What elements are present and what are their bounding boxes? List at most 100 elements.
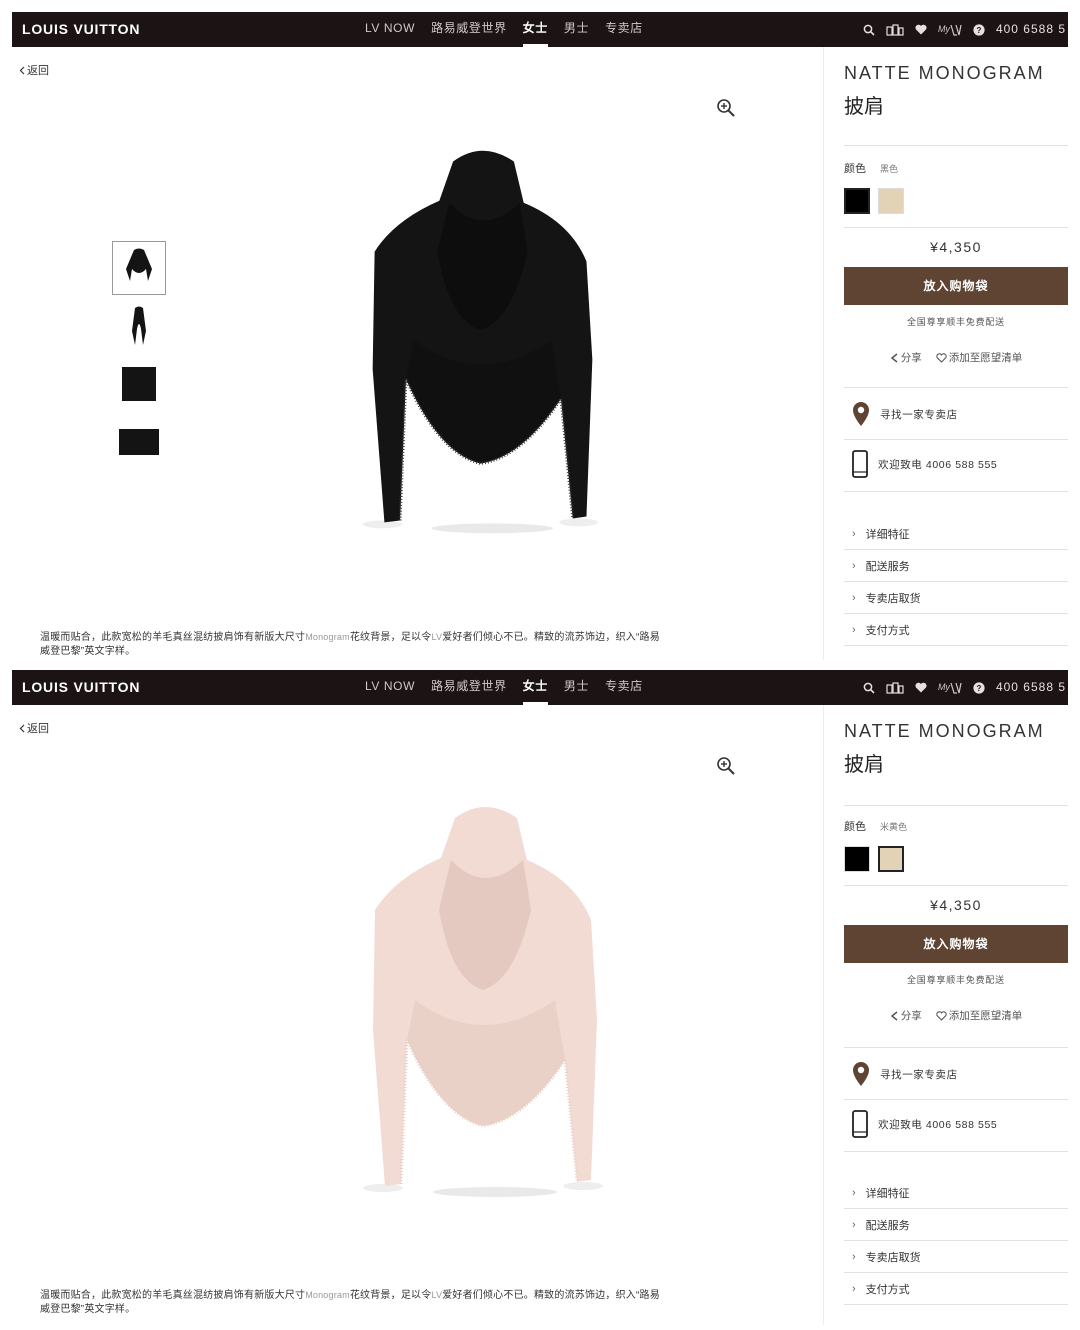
desc-lv: LV <box>431 1290 443 1300</box>
top-phone-number[interactable]: 400 6588 5 <box>996 12 1066 47</box>
swatch-beige[interactable] <box>876 844 906 874</box>
svg-text:?: ? <box>976 684 981 693</box>
accordion-label: 详细特征 <box>865 528 910 541</box>
accordion-details[interactable]: › 详细特征 <box>844 518 1068 550</box>
nav-stores[interactable]: 专卖店 <box>597 670 651 705</box>
divider <box>844 227 1068 228</box>
shopping-bag-icon[interactable] <box>886 681 904 694</box>
main-nav: LV NOW 路易威登世界 女士 男士 专卖店 <box>357 12 651 47</box>
price: ¥4,350 <box>930 239 982 255</box>
find-store-link[interactable]: 寻找一家专卖店 <box>844 1049 1068 1099</box>
zoom-icon[interactable] <box>716 98 736 123</box>
accordion-delivery[interactable]: › 配送服务 <box>844 550 1068 582</box>
accordion-label: 专卖店取货 <box>865 592 921 605</box>
desc-part1: 温暖而贴合，此款宽松的羊毛真丝混纺披肩饰有新版大尺寸 <box>40 1290 306 1301</box>
nav-men[interactable]: 男士 <box>556 12 597 47</box>
share-label: 分享 <box>900 352 922 364</box>
thumbnail-folded[interactable] <box>112 357 166 411</box>
share-row: 分享 添加至愿望清单 <box>844 350 1068 365</box>
accordion-store-pickup[interactable]: › 专卖店取货 <box>844 582 1068 614</box>
wishlist-link[interactable]: 添加至愿望清单 <box>936 1008 1022 1023</box>
scarf-illustration <box>363 807 603 1197</box>
search-icon[interactable] <box>863 24 875 36</box>
brand-logo[interactable]: LOUIS VUITTON <box>22 679 140 695</box>
accordion-payment[interactable]: › 支付方式 <box>844 1273 1068 1305</box>
nav-lv-now[interactable]: LV NOW <box>357 670 423 705</box>
accordion-delivery[interactable]: › 配送服务 <box>844 1209 1068 1241</box>
product-panel: NATTE MONOGRAM 披肩 颜色 米黄色 ¥4,350 放入购物袋 全国尊… <box>823 705 1068 1325</box>
desc-part3: 爱好者们倾心不已。精致的流苏饰边，织入“路易 <box>442 1290 660 1301</box>
heart-icon[interactable] <box>915 682 927 693</box>
product-name: NATTE MONOGRAM <box>844 721 1045 741</box>
product-type: 披肩 <box>844 96 884 118</box>
shipping-note: 全国尊享顺丰免费配送 <box>906 317 1005 327</box>
product-panel: NATTE MONOGRAM 披肩 颜色 黑色 ¥4,350 放入购物袋 全国尊享… <box>823 47 1068 660</box>
mobile-phone-icon <box>852 1110 868 1138</box>
accordion-store-pickup[interactable]: › 专卖店取货 <box>844 1241 1068 1273</box>
nav-women[interactable]: 女士 <box>515 670 556 705</box>
my-lv-link[interactable]: My <box>938 670 962 705</box>
lv-monogram-icon <box>950 24 962 36</box>
product-image[interactable] <box>355 140 610 540</box>
my-lv-label: My <box>937 682 950 692</box>
search-icon[interactable] <box>863 682 875 694</box>
accordion-label: 专卖店取货 <box>865 1251 921 1264</box>
chevron-right-icon: › <box>852 559 856 572</box>
divider <box>844 805 1068 806</box>
accordion-payment[interactable]: › 支付方式 <box>844 614 1068 646</box>
call-link[interactable]: 欢迎致电 4006 588 555 <box>844 439 1068 489</box>
desc-part2: 花纹背景，足以令 <box>349 1290 432 1301</box>
heart-icon[interactable] <box>915 24 927 35</box>
back-label: 返回 <box>27 723 49 735</box>
chevron-right-icon: › <box>852 1250 856 1263</box>
product-description: 温暖而贴合，此款宽松的羊毛真丝混纺披肩饰有新版大尺寸Monogram花纹背景，足… <box>40 630 800 659</box>
nav-stores[interactable]: 专卖店 <box>597 12 651 47</box>
add-to-bag-button[interactable]: 放入购物袋 <box>844 267 1068 305</box>
swatch-beige[interactable] <box>878 188 904 214</box>
nav-world[interactable]: 路易威登世界 <box>423 670 515 705</box>
shipping-note: 全国尊享顺丰免费配送 <box>906 975 1005 985</box>
shopping-bag-icon[interactable] <box>886 23 904 36</box>
mobile-phone-icon <box>852 450 868 478</box>
back-link[interactable]: 返回 <box>19 62 49 78</box>
color-label: 颜色 <box>844 821 866 833</box>
chevron-left-icon <box>19 66 25 74</box>
share-link[interactable]: 分享 <box>890 350 922 365</box>
call-link[interactable]: 欢迎致电 4006 588 555 <box>844 1099 1068 1149</box>
color-swatches <box>842 186 904 216</box>
nav-lv-now[interactable]: LV NOW <box>357 12 423 47</box>
top-phone-number[interactable]: 400 6588 5 <box>996 670 1066 705</box>
find-store-link[interactable]: 寻找一家专卖店 <box>844 389 1068 439</box>
heart-outline-icon <box>936 352 947 363</box>
nav-men[interactable]: 男士 <box>556 670 597 705</box>
my-lv-link[interactable]: My <box>938 12 962 47</box>
swatch-black[interactable] <box>842 186 872 216</box>
nav-world[interactable]: 路易威登世界 <box>423 12 515 47</box>
screenshot-beige: LOUIS VUITTON LV NOW 路易威登世界 女士 男士 专卖店 My… <box>0 660 1080 1330</box>
color-swatches <box>844 844 906 874</box>
color-label: 颜色 <box>844 163 866 175</box>
zoom-icon[interactable] <box>716 756 736 781</box>
add-to-bag-button[interactable]: 放入购物袋 <box>844 925 1068 963</box>
brand-logo[interactable]: LOUIS VUITTON <box>22 21 140 37</box>
accordion-label: 支付方式 <box>865 1283 910 1296</box>
wishlist-link[interactable]: 添加至愿望清单 <box>936 350 1022 365</box>
thumbnail-front[interactable] <box>112 241 166 295</box>
accordion-label: 支付方式 <box>865 624 910 637</box>
product-image[interactable] <box>355 800 615 1200</box>
desc-line2: 威登巴黎”英文字样。 <box>40 1304 136 1315</box>
divider <box>844 885 1068 886</box>
help-icon[interactable]: ? <box>973 681 985 694</box>
find-store-label: 寻找一家专卖店 <box>880 1068 958 1081</box>
share-link[interactable]: 分享 <box>890 1008 922 1023</box>
chevron-right-icon: › <box>852 527 856 540</box>
nav-women[interactable]: 女士 <box>515 12 556 47</box>
accordion-details[interactable]: › 详细特征 <box>844 1177 1068 1209</box>
thumbnail-side[interactable] <box>112 299 166 353</box>
thumbnail-flat[interactable] <box>112 415 166 469</box>
help-icon[interactable]: ? <box>973 23 985 36</box>
back-link[interactable]: 返回 <box>19 720 49 736</box>
heart-outline-icon <box>936 1010 947 1021</box>
swatch-black[interactable] <box>844 846 870 872</box>
chevron-right-icon: › <box>852 623 856 636</box>
